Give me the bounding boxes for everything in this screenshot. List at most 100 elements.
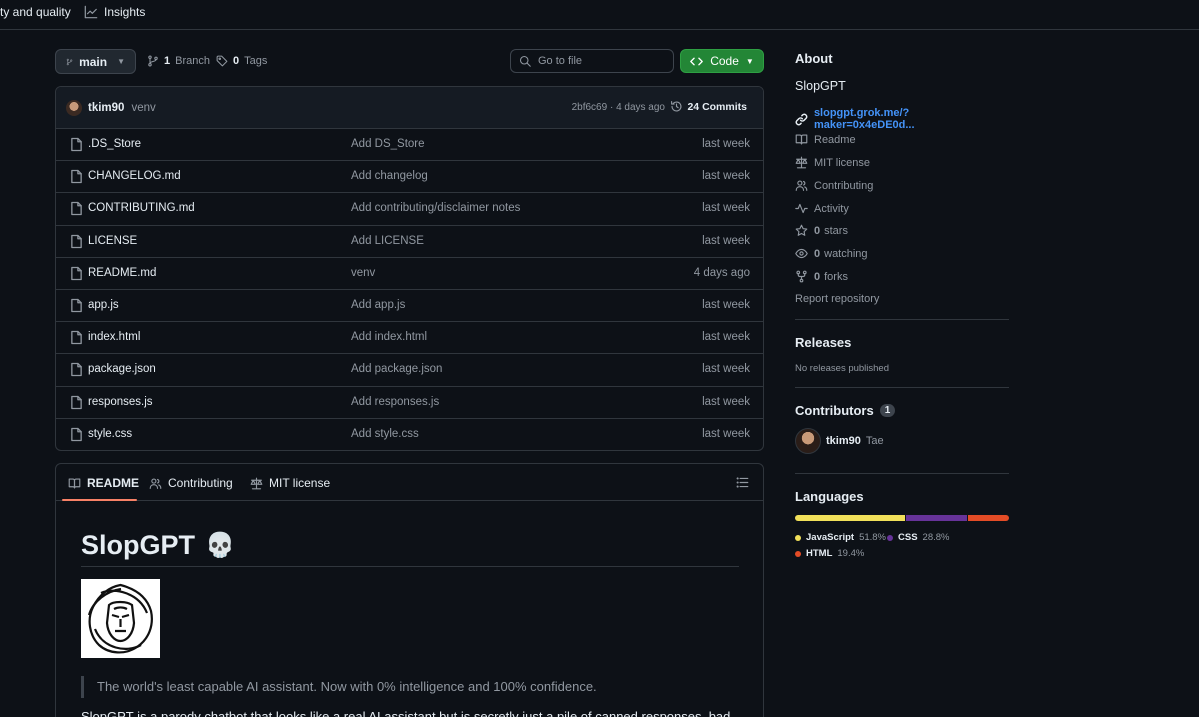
file-name-link[interactable]: index.html	[88, 331, 140, 343]
git-branch-icon	[148, 55, 158, 67]
tab-readme[interactable]: README	[68, 476, 139, 490]
table-row: CHANGELOG.md Add changelog last week	[56, 161, 763, 194]
language-bar-segment	[905, 515, 967, 521]
divider	[81, 566, 739, 567]
file-name-link[interactable]: style.css	[88, 428, 132, 440]
file-name-link[interactable]: package.json	[88, 363, 156, 375]
file-icon	[71, 137, 82, 152]
avatar[interactable]	[66, 99, 82, 116]
languages-bar	[795, 515, 1009, 521]
language-item[interactable]: JavaScript 51.8%	[795, 532, 886, 543]
contributor-item[interactable]: tkim90 Tae	[795, 428, 884, 454]
branches-label: Branch	[175, 55, 210, 67]
tags-count: 0	[233, 55, 240, 67]
sidebar-item-license[interactable]: MIT license	[795, 156, 870, 169]
language-color-dot	[795, 550, 801, 557]
slopgpt-logo-image	[81, 579, 160, 658]
active-tab-indicator	[62, 499, 137, 501]
star-icon	[795, 224, 808, 236]
tab-security-and-quality[interactable]: ty and quality	[0, 5, 71, 19]
website-link[interactable]: slopgpt.grok.me/?maker=0x4eDE0d...	[795, 107, 1009, 131]
report-repository-link[interactable]: Report repository	[795, 293, 879, 305]
contributors-count-badge: 1	[879, 404, 896, 417]
file-name-link[interactable]: CHANGELOG.md	[88, 170, 181, 182]
code-icon	[690, 57, 704, 65]
divider	[795, 473, 1009, 474]
sidebar-item-activity[interactable]: Activity	[795, 202, 849, 215]
file-name-link[interactable]: CONTRIBUTING.md	[88, 202, 195, 214]
link-icon	[795, 113, 808, 125]
releases-text: No releases published	[795, 363, 890, 374]
tab-contributing[interactable]: Contributing	[149, 476, 233, 490]
divider	[795, 319, 1009, 320]
language-bar-segment	[967, 515, 1009, 521]
report-label: Report repository	[795, 293, 880, 305]
stars-label: stars	[824, 224, 848, 237]
file-icon	[71, 170, 82, 184]
commit-date: last week	[702, 234, 750, 247]
forks-link[interactable]: 0 forks	[795, 270, 848, 283]
commit-message-link[interactable]: Add style.css	[351, 428, 419, 440]
commit-message-link[interactable]: Add responses.js	[351, 396, 439, 408]
table-row: package.json Add package.json last week	[56, 354, 763, 387]
list-unordered-icon[interactable]	[736, 476, 749, 489]
tags-link[interactable]: 0 Tags	[216, 55, 267, 67]
table-row: responses.js Add responses.js last week	[56, 387, 763, 419]
commit-message-link[interactable]: Add contributing/disclaimer notes	[351, 202, 520, 214]
file-icon	[71, 298, 82, 313]
language-name: HTML	[806, 548, 833, 559]
file-list: tkim90 venv 2bf6c69 · 4 days ago 24 Comm…	[55, 86, 764, 451]
git-branch-icon	[66, 58, 73, 65]
language-color-dot	[887, 534, 893, 541]
contributor-name: Tae	[865, 435, 884, 447]
law-icon	[795, 156, 808, 169]
commit-date: last week	[702, 395, 750, 408]
commit-author[interactable]: tkim90	[88, 102, 124, 114]
commit-message-link[interactable]: Add changelog	[351, 170, 428, 182]
language-item[interactable]: HTML 19.4%	[795, 548, 864, 559]
readme-panel: README Contributing MIT license SlopGPT …	[55, 463, 764, 717]
language-percent: 51.8%	[859, 532, 886, 543]
commits-link[interactable]: 24 Commits	[670, 100, 747, 113]
file-icon	[71, 395, 82, 409]
contributors-heading[interactable]: Contributors 1	[795, 403, 896, 418]
commit-message-link[interactable]: venv	[351, 267, 375, 279]
book-icon	[795, 134, 808, 145]
language-item[interactable]: CSS 28.8%	[887, 532, 949, 543]
stars-link[interactable]: 0 stars	[795, 224, 848, 237]
file-name-link[interactable]: .DS_Store	[88, 138, 141, 150]
branches-link[interactable]: 1 Branch	[147, 55, 210, 67]
chevron-down-icon: ▼	[117, 57, 125, 66]
tab-mit-license[interactable]: MIT license	[250, 476, 330, 490]
commit-meta[interactable]: 2bf6c69 · 4 days ago	[572, 102, 665, 113]
law-icon	[250, 477, 263, 489]
commit-message-link[interactable]: Add app.js	[351, 299, 405, 311]
sidebar-item-contributing[interactable]: Contributing	[795, 179, 873, 192]
releases-heading[interactable]: Releases	[795, 335, 851, 350]
sidebar-item-readme[interactable]: Readme	[795, 133, 856, 146]
tab-label: README	[87, 476, 140, 490]
table-row: CONTRIBUTING.md Add contributing/disclaim…	[56, 193, 763, 226]
watching-link[interactable]: 0 watching	[795, 247, 868, 260]
commit-message-link[interactable]: Add package.json	[351, 363, 442, 375]
commit-date: last week	[702, 331, 750, 344]
commit-message-link[interactable]: Add LICENSE	[351, 235, 424, 247]
search-input[interactable]	[538, 55, 658, 67]
code-button[interactable]: Code ▼	[680, 49, 764, 73]
language-bar-segment	[795, 515, 905, 521]
file-name-link[interactable]: responses.js	[88, 396, 153, 408]
commit-message-link[interactable]: Add index.html	[351, 331, 427, 343]
file-icon	[71, 427, 82, 441]
tab-insights[interactable]: Insights	[84, 5, 145, 19]
table-row: LICENSE Add LICENSE last week	[56, 226, 763, 258]
language-color-dot	[795, 534, 801, 541]
file-name-link[interactable]: app.js	[88, 299, 119, 311]
avatar[interactable]	[795, 428, 821, 454]
commit-message-link[interactable]: Add DS_Store	[351, 138, 425, 150]
commit-message[interactable]: venv	[131, 102, 155, 114]
file-name-link[interactable]: README.md	[88, 267, 156, 279]
branch-selector-button[interactable]: main ▼	[55, 49, 136, 74]
file-name-link[interactable]: LICENSE	[88, 235, 137, 247]
table-row: app.js Add app.js last week	[56, 290, 763, 323]
go-to-file-search[interactable]	[510, 49, 674, 73]
